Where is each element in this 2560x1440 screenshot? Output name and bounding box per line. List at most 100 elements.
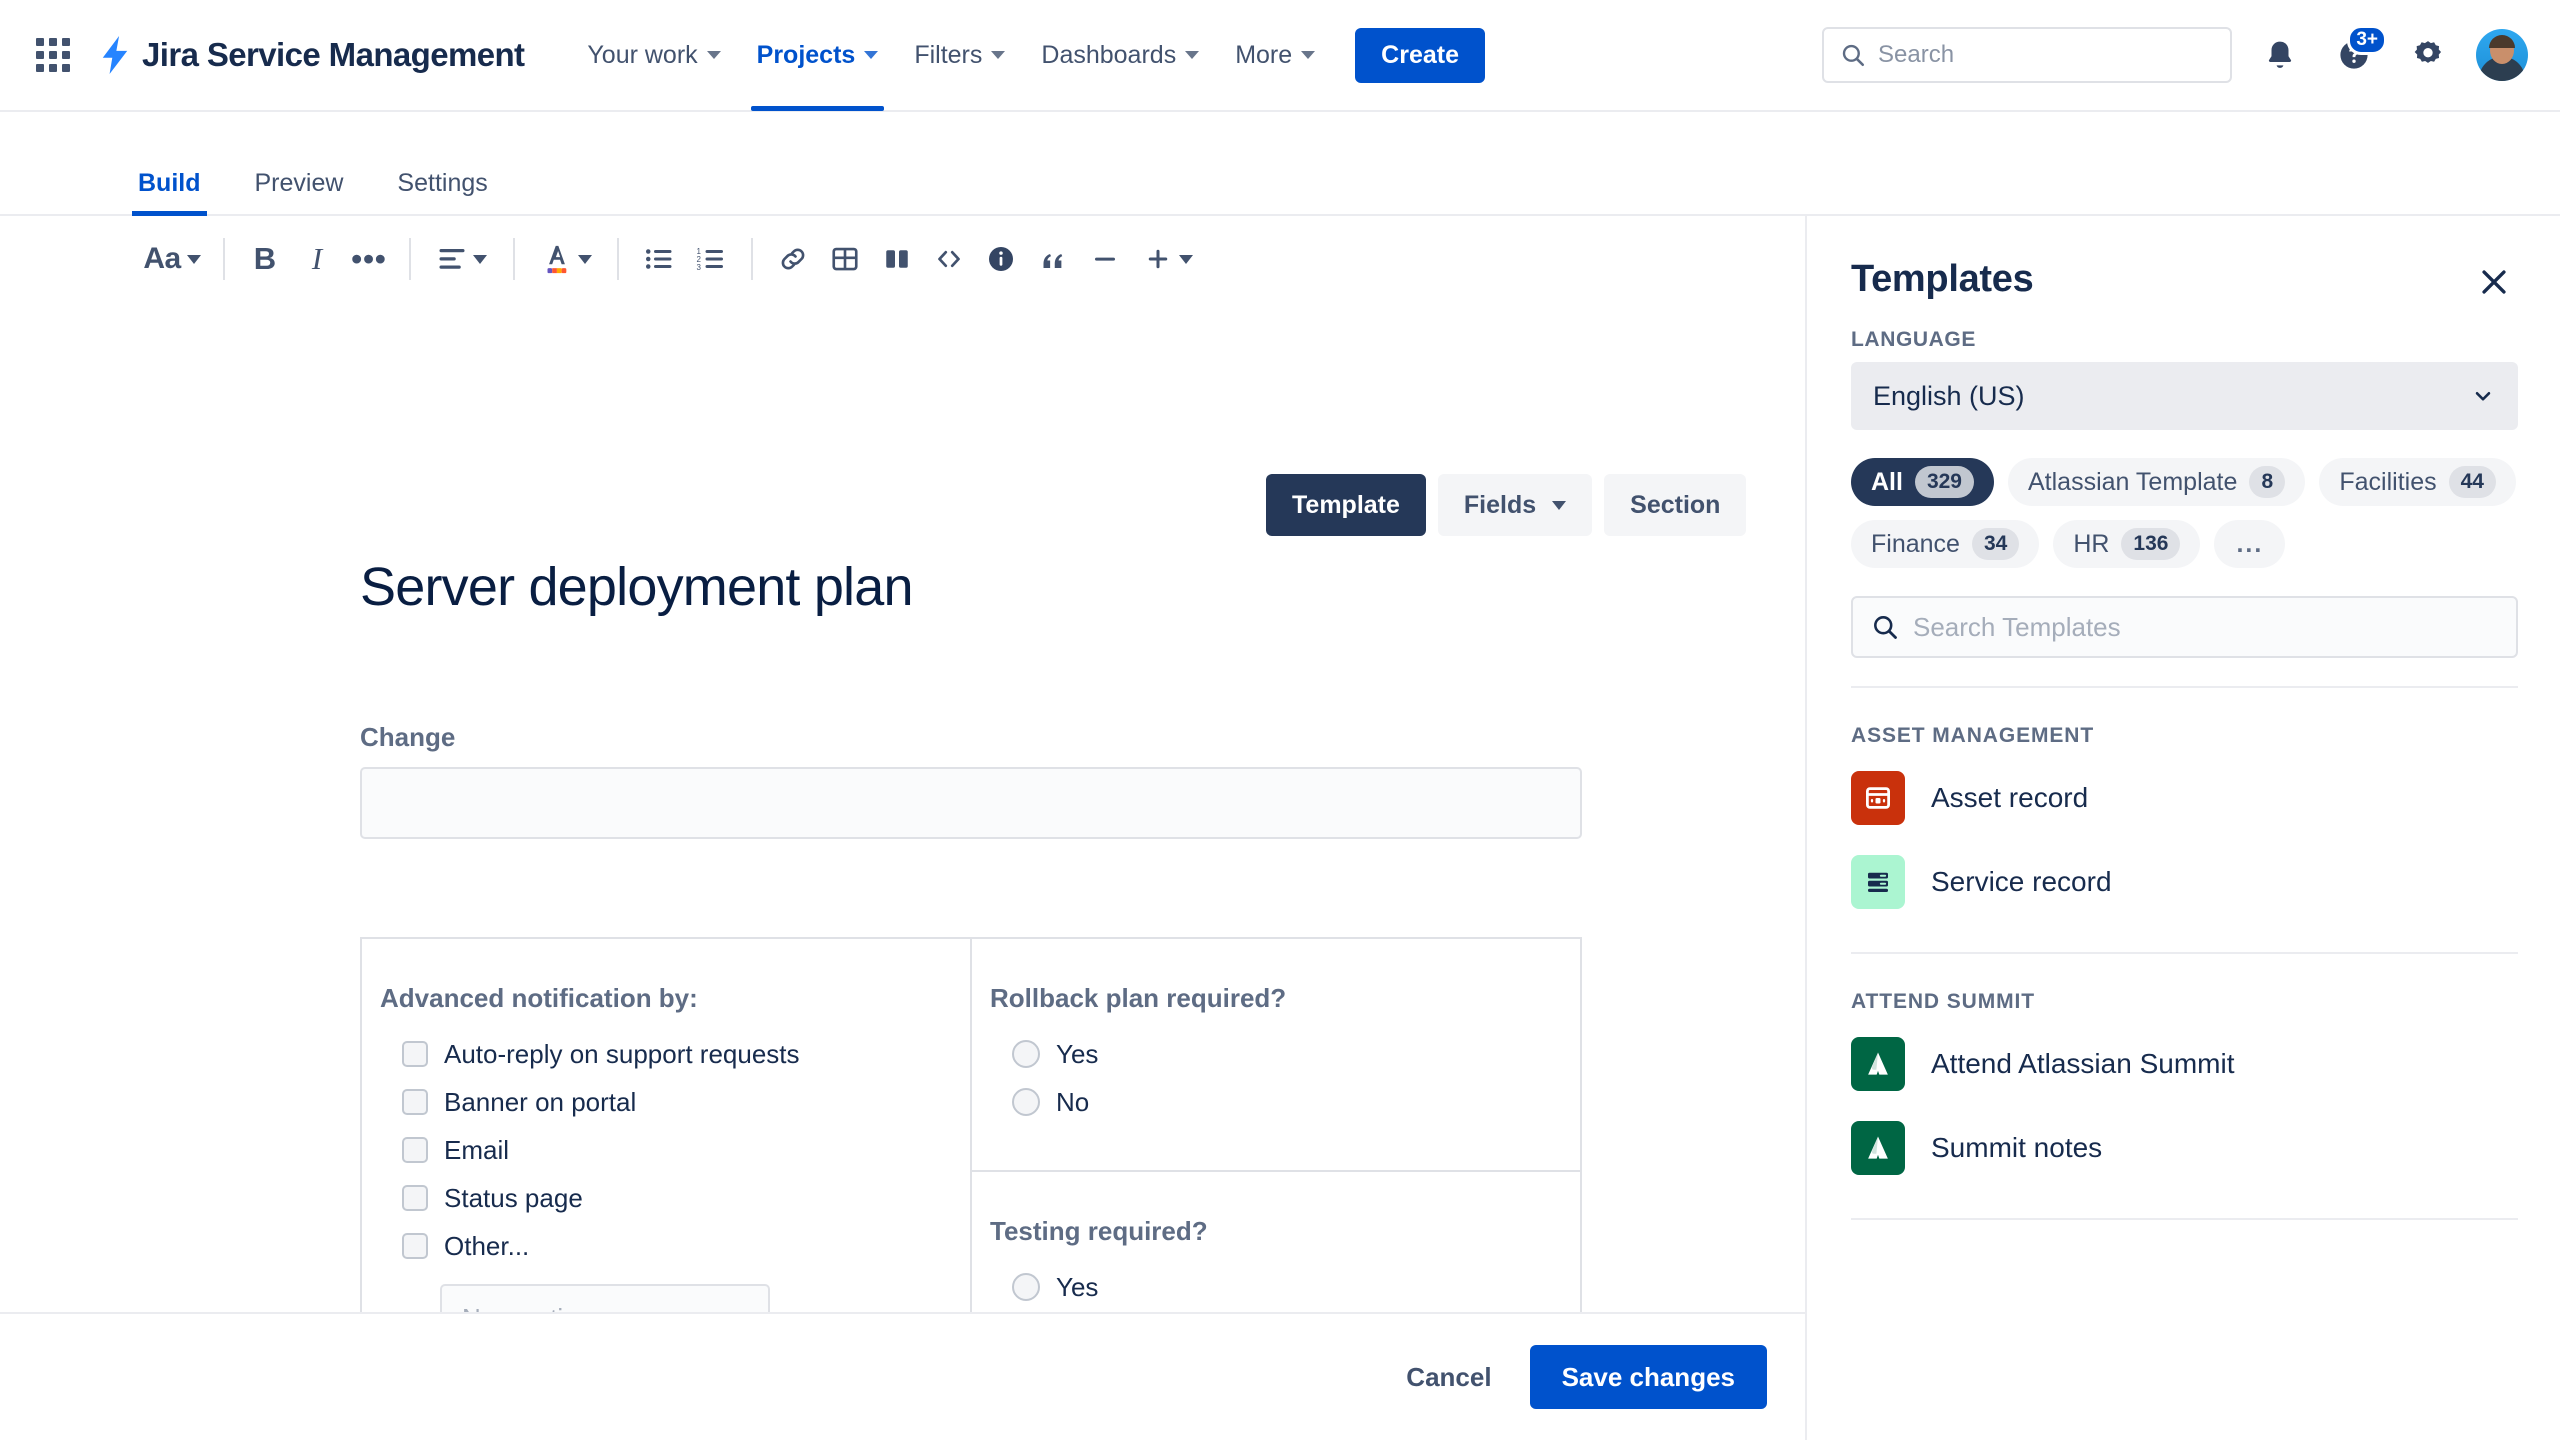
notification-cell-label: Advanced notification by:: [380, 983, 698, 1013]
cancel-button[interactable]: Cancel: [1380, 1345, 1517, 1409]
chip-count: 44: [2448, 466, 2496, 498]
chip-atlassian-template[interactable]: Atlassian Template 8: [2008, 458, 2306, 506]
chevron-down-icon: [2475, 391, 2491, 401]
template-item-service-record[interactable]: Service record: [1851, 840, 2518, 924]
save-changes-button[interactable]: Save changes: [1529, 1345, 1767, 1409]
tab-settings[interactable]: Settings: [391, 169, 493, 214]
settings-button[interactable]: [2402, 29, 2454, 81]
page-title[interactable]: Server deployment plan: [360, 556, 1805, 618]
notifications-button[interactable]: [2254, 29, 2306, 81]
checkbox-option-email[interactable]: Email: [402, 1126, 970, 1174]
checkbox-label: Other...: [444, 1230, 530, 1261]
layout-button[interactable]: [871, 231, 923, 287]
radio-option-testing-yes[interactable]: Yes: [1012, 1263, 1580, 1311]
template-item-attend-atlassian-summit[interactable]: Attend Atlassian Summit: [1851, 1022, 2518, 1106]
code-icon: [938, 250, 960, 268]
nav-item-dashboards[interactable]: Dashboards: [1023, 0, 1217, 111]
bullet-list-button[interactable]: [633, 231, 685, 287]
checkbox-option-banner[interactable]: Banner on portal: [402, 1078, 970, 1126]
quote-icon: [1043, 254, 1063, 268]
jira-service-management-bolt-icon: [102, 36, 128, 74]
chevron-down-icon: [186, 254, 201, 264]
horizontal-rule-icon: [1095, 257, 1115, 261]
help-badge: 3+: [2347, 25, 2387, 55]
primary-nav-items: Your work Projects Filters Dashboards Mo…: [569, 0, 1485, 111]
close-icon[interactable]: [2470, 258, 2518, 306]
chip-hr[interactable]: HR 136: [2053, 520, 2201, 568]
radio-option-rollback-yes[interactable]: Yes: [1012, 1030, 1580, 1078]
change-field-input[interactable]: [360, 767, 1582, 839]
section-button[interactable]: Section: [1604, 474, 1747, 536]
avatar-hair: [2489, 35, 2515, 48]
numbered-list-button[interactable]: 1 2 3: [685, 231, 737, 287]
radio-option-rollback-no[interactable]: No: [1012, 1078, 1580, 1126]
nav-item-your-work[interactable]: Your work: [569, 0, 738, 111]
insert-more-button[interactable]: [1131, 231, 1205, 287]
code-button[interactable]: [923, 231, 975, 287]
fields-dropdown-button[interactable]: Fields: [1437, 474, 1593, 536]
checkbox-input[interactable]: [402, 1041, 428, 1067]
nav-left-section: Jira Service Management Your work Projec…: [0, 0, 1485, 111]
checkbox-input[interactable]: [402, 1137, 428, 1163]
chevron-down-icon: [473, 254, 487, 264]
template-item-asset-record[interactable]: Asset record: [1851, 756, 2518, 840]
checkbox-input[interactable]: [402, 1185, 428, 1211]
nav-item-more[interactable]: More: [1217, 0, 1333, 111]
tab-build[interactable]: Build: [132, 169, 207, 216]
chip-all[interactable]: All 329: [1851, 458, 1994, 506]
tab-preview[interactable]: Preview: [249, 169, 350, 214]
text-color-dropdown[interactable]: [529, 231, 603, 287]
service-record-glyph: [1868, 872, 1888, 892]
product-home-link[interactable]: Jira Service Management: [98, 36, 525, 74]
bold-button[interactable]: B: [239, 231, 291, 287]
avatar[interactable]: [2476, 29, 2528, 81]
link-button[interactable]: [767, 231, 819, 287]
info-panel-button[interactable]: [975, 231, 1027, 287]
quote-button[interactable]: [1027, 231, 1079, 287]
chip-label: Facilities: [2339, 467, 2437, 496]
global-search-input[interactable]: Search: [1822, 27, 2232, 83]
templates-search-input[interactable]: Search Templates: [1851, 596, 2518, 658]
language-select[interactable]: English (US): [1851, 362, 2518, 430]
nav-item-label: Filters: [914, 40, 983, 69]
checkbox-option-other[interactable]: Other...: [402, 1222, 970, 1270]
table-button[interactable]: [819, 231, 871, 287]
template-mode-button[interactable]: Template: [1266, 474, 1426, 536]
chip-count: 329: [1914, 466, 1974, 498]
chevron-down-icon: [991, 51, 1006, 59]
text-style-dropdown[interactable]: Aa: [135, 231, 209, 287]
checkbox-option-auto-reply[interactable]: Auto-reply on support requests: [402, 1030, 970, 1078]
toolbar-divider: [409, 238, 411, 280]
info-icon: [989, 247, 1013, 271]
document-canvas[interactable]: Server deployment plan Change Advanced n…: [0, 556, 1805, 1440]
grid-apps-icon[interactable]: [30, 32, 76, 78]
italic-button[interactable]: I: [291, 231, 343, 287]
create-button[interactable]: Create: [1355, 27, 1485, 83]
chip-facilities[interactable]: Facilities 44: [2319, 458, 2516, 506]
checkbox-input[interactable]: [402, 1089, 428, 1115]
nav-item-projects[interactable]: Projects: [739, 0, 897, 111]
language-selected-value: English (US): [1873, 380, 2025, 411]
chevron-down-icon: [1301, 51, 1316, 59]
chevron-down-icon: [1552, 500, 1567, 510]
chip-finance[interactable]: Finance 34: [1851, 520, 2040, 568]
template-item-label: Summit notes: [1931, 1132, 2103, 1163]
radio-input[interactable]: [1012, 1273, 1040, 1301]
checkbox-input[interactable]: [402, 1233, 428, 1259]
text-align-dropdown[interactable]: [425, 231, 499, 287]
chip-count: 136: [2121, 528, 2181, 560]
radio-input[interactable]: [1012, 1040, 1040, 1068]
divider-button[interactable]: [1079, 231, 1131, 287]
more-formatting-button[interactable]: •••: [343, 231, 395, 287]
nav-item-filters[interactable]: Filters: [896, 0, 1023, 111]
chip-more-categories[interactable]: ...: [2214, 520, 2286, 568]
columns-icon: [886, 250, 908, 268]
radio-input[interactable]: [1012, 1088, 1040, 1116]
template-item-summit-notes[interactable]: Summit notes: [1851, 1106, 2518, 1190]
editor-mode-group: Template Fields Section: [1266, 474, 1747, 536]
templates-panel-title: Templates: [1851, 258, 2034, 300]
table-icon: [832, 247, 858, 271]
checkbox-option-status-page[interactable]: Status page: [402, 1174, 970, 1222]
bold-icon: B: [253, 241, 277, 276]
help-button[interactable]: 3+: [2328, 25, 2387, 81]
